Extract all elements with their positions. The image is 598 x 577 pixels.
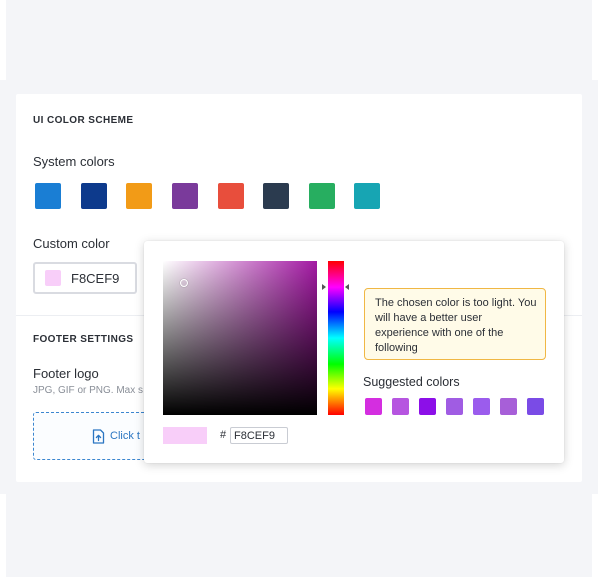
suggested-color-swatch[interactable]	[500, 398, 517, 415]
footer-settings-title: FOOTER SETTINGS	[33, 334, 134, 345]
suggested-color-swatch[interactable]	[392, 398, 409, 415]
ui-color-scheme-title: UI COLOR SCHEME	[33, 115, 134, 126]
custom-color-hex: F8CEF9	[71, 270, 120, 286]
suggested-color-swatch[interactable]	[527, 398, 544, 415]
system-color-swatch[interactable]	[218, 183, 244, 209]
suggested-color-swatch[interactable]	[419, 398, 436, 415]
suggested-colors-label: Suggested colors	[363, 375, 460, 389]
hue-slider[interactable]	[328, 261, 344, 415]
system-color-swatch[interactable]	[309, 183, 335, 209]
system-color-swatch[interactable]	[35, 183, 61, 209]
background-panel-top	[6, 0, 592, 80]
saturation-value-area[interactable]	[163, 261, 317, 415]
suggested-color-swatch[interactable]	[446, 398, 463, 415]
hue-marker-left-icon	[322, 284, 326, 290]
system-color-swatch[interactable]	[263, 183, 289, 209]
footer-logo-label: Footer logo	[33, 366, 99, 381]
hash-symbol: #	[220, 429, 227, 441]
custom-color-field[interactable]: F8CEF9	[33, 262, 137, 294]
system-color-swatch[interactable]	[81, 183, 107, 209]
light-color-warning: The chosen color is too light. You will …	[364, 288, 546, 360]
custom-color-label: Custom color	[33, 236, 110, 251]
system-color-swatch[interactable]	[126, 183, 152, 209]
color-picker-popover: # The chosen color is too light. You wil…	[144, 241, 564, 463]
color-preview	[163, 427, 207, 444]
color-cursor-handle[interactable]	[180, 279, 188, 287]
upload-file-icon	[92, 428, 105, 444]
system-colors-label: System colors	[33, 154, 115, 169]
background-panel-bottom	[6, 494, 592, 577]
hue-marker-right-icon	[345, 284, 349, 290]
system-color-swatch[interactable]	[172, 183, 198, 209]
file-type-hint: JPG, GIF or PNG. Max s	[33, 385, 144, 396]
custom-color-chip	[45, 270, 61, 286]
suggested-color-swatch[interactable]	[365, 398, 382, 415]
system-color-swatch[interactable]	[354, 183, 380, 209]
upload-text: Click t	[110, 430, 140, 442]
hex-input[interactable]	[230, 427, 288, 444]
suggested-color-swatch[interactable]	[473, 398, 490, 415]
